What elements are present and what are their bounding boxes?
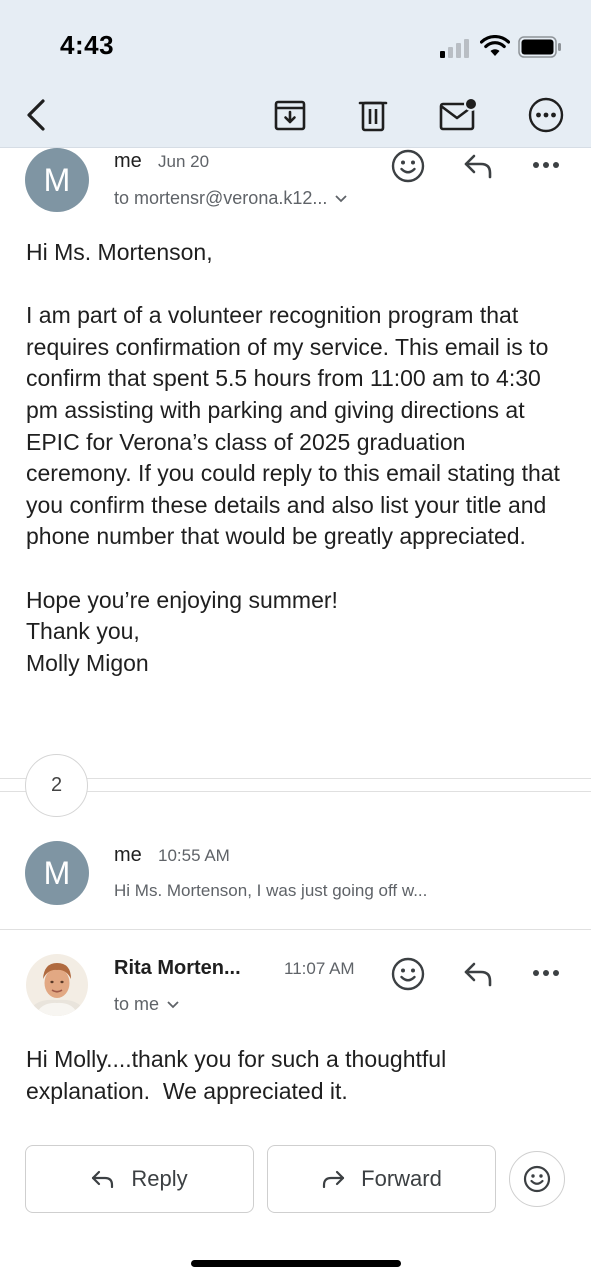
- message-date: Jun 20: [158, 152, 210, 171]
- reply-icon[interactable]: [458, 956, 498, 992]
- avatar-letter: M: [43, 161, 71, 198]
- reply-icon[interactable]: [458, 148, 498, 184]
- message-time: 10:55 AM: [158, 846, 230, 865]
- reply-label: Reply: [131, 1166, 188, 1191]
- home-indicator: [191, 1260, 401, 1267]
- status-bar: 4:43: [0, 0, 591, 85]
- body-signoff: Hope you’re enjoying summer! Thank you, …: [26, 586, 338, 676]
- collapsed-divider-bottom: [0, 791, 591, 792]
- sender-photo-avatar: [26, 954, 88, 1016]
- message-time: 11:07 AM: [284, 959, 355, 978]
- emoji-react-icon[interactable]: [388, 954, 428, 994]
- status-time: 4:43: [60, 30, 115, 60]
- forward-arrow-icon: [323, 1170, 345, 1188]
- archive-icon[interactable]: [270, 95, 310, 135]
- sender-name[interactable]: me: [114, 844, 142, 867]
- battery-icon: [518, 36, 561, 58]
- message-body: Hi Molly....thank you for such a thought…: [26, 1046, 453, 1104]
- message-more-icon[interactable]: [526, 150, 566, 180]
- reply-button[interactable]: Reply: [25, 1145, 254, 1213]
- body-paragraph: I am part of a volunteer recognition pro…: [26, 302, 560, 550]
- avatar-letter: M: [43, 854, 71, 891]
- chevron-down-icon: [167, 1000, 179, 1008]
- signal-icon: [440, 39, 469, 58]
- sender-name: me: [114, 150, 142, 172]
- message-snippet[interactable]: Hi Ms. Mortenson, I was just going off w…: [114, 881, 427, 901]
- recipient-line[interactable]: to me: [114, 994, 179, 1015]
- recipient-text: to mortensr@verona.k12...: [114, 188, 328, 208]
- reply-arrow-icon: [92, 1170, 114, 1188]
- message-body: Hi Ms. Mortenson, I am part of a volunte…: [26, 237, 571, 679]
- collapsed-messages-count[interactable]: 2: [25, 754, 88, 817]
- avatar: M: [25, 148, 89, 212]
- forward-button[interactable]: Forward: [267, 1145, 496, 1213]
- message-divider: [0, 929, 591, 930]
- body-greeting: Hi Ms. Mortenson,: [26, 239, 213, 265]
- sender-name[interactable]: Rita Morten...: [114, 957, 241, 980]
- recipient-line[interactable]: to mortensr@verona.k12...: [114, 188, 348, 209]
- message-more-icon[interactable]: [526, 958, 566, 988]
- trash-icon[interactable]: [353, 95, 393, 135]
- top-toolbar: [0, 85, 591, 148]
- add-reaction-button[interactable]: [509, 1151, 565, 1207]
- mark-unread-icon[interactable]: [436, 93, 480, 137]
- avatar: M: [25, 841, 89, 905]
- forward-label: Forward: [361, 1166, 442, 1191]
- more-options-icon[interactable]: [525, 94, 567, 136]
- emoji-react-icon[interactable]: [388, 146, 428, 186]
- collapsed-divider-top: [0, 778, 591, 779]
- wifi-icon: [480, 35, 510, 56]
- back-icon[interactable]: [18, 93, 54, 137]
- emoji-icon: [523, 1165, 551, 1193]
- chevron-down-icon: [335, 194, 348, 202]
- recipient-text: to me: [114, 994, 160, 1014]
